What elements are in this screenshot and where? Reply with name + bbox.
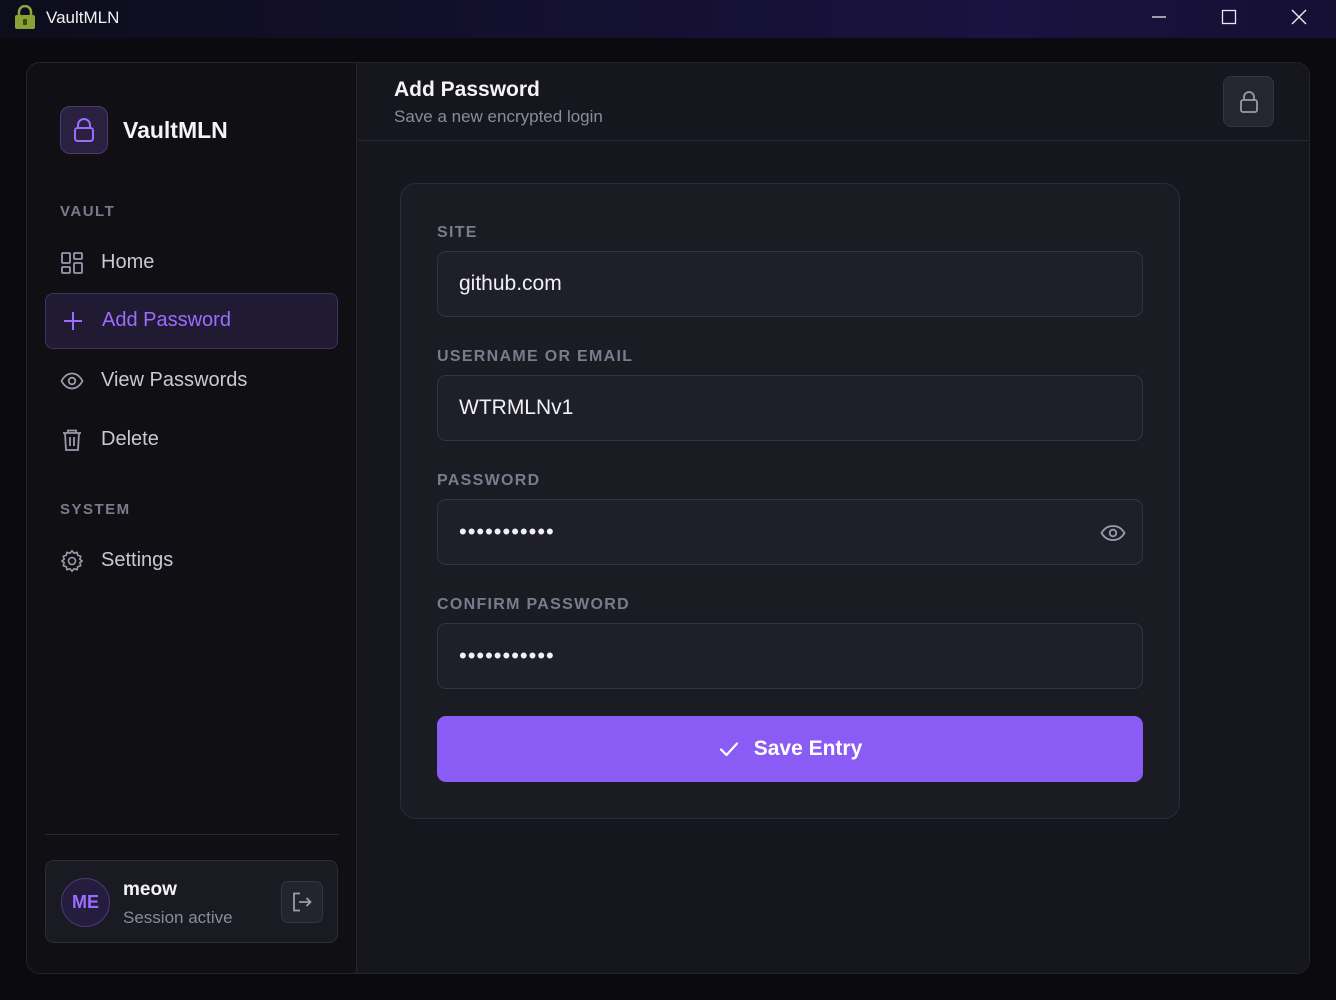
section-label-system: SYSTEM	[60, 501, 131, 518]
close-icon	[1291, 9, 1307, 25]
grid-icon	[61, 252, 83, 274]
avatar: ME	[61, 878, 110, 927]
sidebar-item-add-password[interactable]: Add Password	[45, 293, 338, 349]
show-password-eye-icon[interactable]	[1100, 521, 1126, 545]
site-label: SITE	[437, 224, 478, 241]
plus-icon	[64, 312, 82, 330]
logout-icon	[293, 892, 312, 912]
confirm-password-field	[437, 623, 1143, 689]
username-input[interactable]	[438, 376, 1142, 440]
site-input[interactable]	[438, 252, 1142, 316]
confirm-password-label: CONFIRM PASSWORD	[437, 596, 630, 613]
username-field	[437, 375, 1143, 441]
sidebar-item-label: Home	[101, 251, 155, 273]
sidebar-item-delete[interactable]: Delete	[45, 412, 338, 468]
site-field	[437, 251, 1143, 317]
sidebar-item-label: Add Password	[102, 309, 231, 331]
sidebar-item-settings[interactable]: Settings	[45, 533, 338, 589]
brand-name: VaultMLN	[123, 117, 228, 143]
maximize-icon	[1221, 9, 1237, 25]
eye-icon	[60, 372, 84, 390]
lock-icon	[74, 118, 94, 142]
sidebar-item-home[interactable]: Home	[45, 235, 338, 291]
user-card: ME meow Session active	[45, 860, 338, 943]
password-label: PASSWORD	[437, 472, 541, 489]
logout-button[interactable]	[281, 881, 323, 923]
lock-vault-button[interactable]	[1223, 76, 1274, 127]
page-subtitle: Save a new encrypted login	[394, 107, 603, 126]
page-header: Add Password Save a new encrypted login	[358, 63, 1309, 141]
main-content: Add Password Save a new encrypted login …	[358, 63, 1309, 973]
confirm-password-input[interactable]	[438, 624, 1142, 688]
brand-logo	[60, 106, 108, 154]
gear-icon	[61, 550, 83, 572]
sidebar-divider	[45, 834, 339, 835]
sidebar-item-label: View Passwords	[101, 369, 248, 391]
title-bar: VaultMLN	[0, 0, 1336, 38]
close-button[interactable]	[1264, 0, 1334, 34]
save-entry-label: Save Entry	[753, 737, 863, 760]
save-entry-button[interactable]: Save Entry	[437, 716, 1143, 782]
window-title: VaultMLN	[46, 8, 120, 27]
minimize-button[interactable]	[1124, 0, 1194, 34]
minimize-icon	[1152, 16, 1166, 18]
password-input[interactable]	[438, 500, 1142, 564]
session-status: Session active	[123, 908, 233, 927]
add-password-form: SITE USERNAME OR EMAIL PASSWORD CONFIRM …	[400, 183, 1180, 819]
sidebar-item-label: Settings	[101, 549, 174, 571]
sidebar-item-view-passwords[interactable]: View Passwords	[45, 353, 338, 409]
padlock-app-icon	[15, 5, 35, 29]
page-title: Add Password	[394, 78, 540, 101]
section-label-vault: VAULT	[60, 203, 116, 220]
lock-icon	[1239, 90, 1258, 113]
sidebar: VaultMLN VAULT Home Add Password View Pa…	[27, 63, 357, 973]
user-name: meow	[123, 879, 177, 900]
sidebar-item-label: Delete	[101, 428, 159, 450]
maximize-button[interactable]	[1194, 0, 1264, 34]
username-label: USERNAME OR EMAIL	[437, 348, 634, 365]
password-field	[437, 499, 1143, 565]
trash-icon	[63, 429, 81, 451]
app-container: VaultMLN VAULT Home Add Password View Pa…	[26, 62, 1310, 974]
check-icon	[719, 742, 738, 757]
